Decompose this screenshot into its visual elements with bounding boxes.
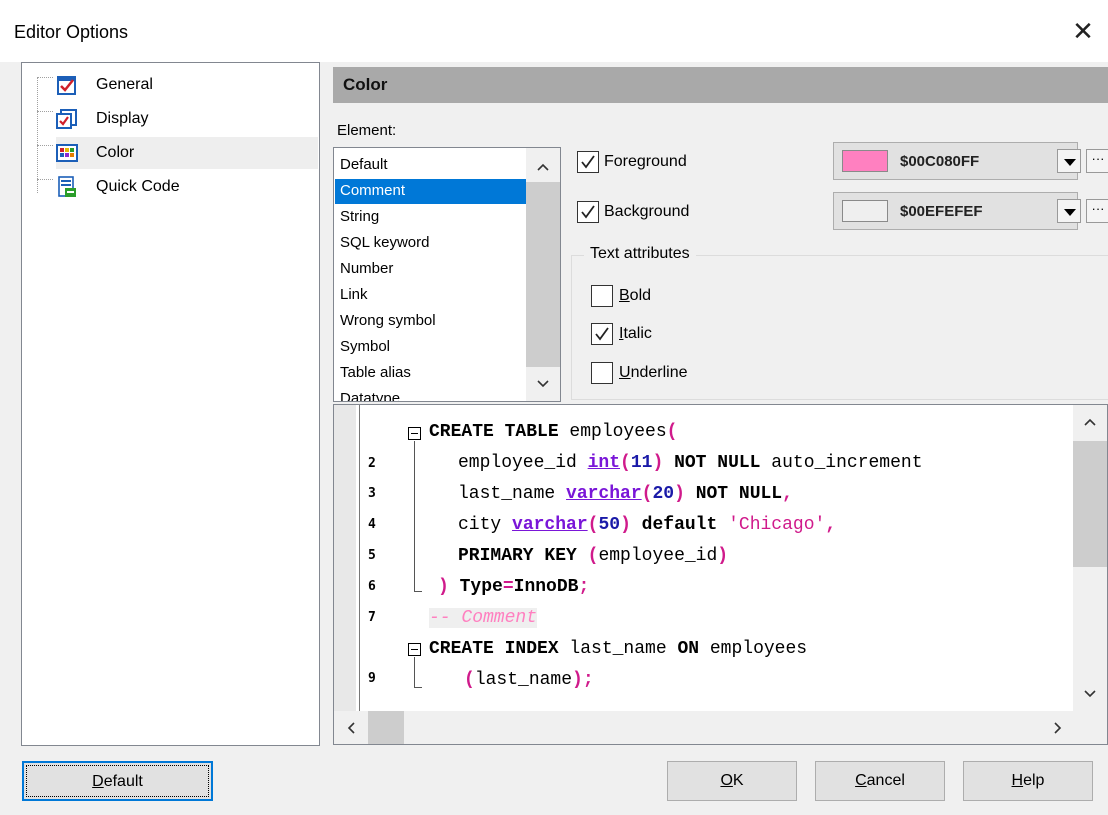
- code-line: (last_name);: [464, 670, 594, 690]
- scroll-up-icon[interactable]: [526, 150, 560, 184]
- ok-button[interactable]: OK: [667, 761, 797, 801]
- list-item[interactable]: Table alias: [335, 361, 526, 386]
- window-title: Editor Options: [14, 22, 129, 42]
- line-number: 6: [368, 579, 376, 594]
- line-number: 2: [368, 456, 376, 471]
- italic-checkbox[interactable]: [591, 323, 613, 345]
- options-tree: General Display Color Quick Code: [21, 62, 320, 746]
- list-item[interactable]: Default: [335, 153, 526, 178]
- code-line: -- Comment: [429, 608, 538, 628]
- code-line: ) Type=InnoDB;: [438, 577, 590, 597]
- tree-item-quick-code[interactable]: Quick Code: [56, 171, 318, 203]
- default-button-label: Default: [26, 765, 209, 797]
- foreground-checkbox[interactable]: [577, 151, 599, 173]
- section-title: Color: [343, 75, 388, 94]
- chevron-down-icon[interactable]: [1057, 199, 1081, 223]
- background-label: Background: [604, 203, 690, 220]
- list-scrollbar[interactable]: [526, 148, 560, 401]
- scroll-thumb[interactable]: [526, 182, 560, 367]
- scroll-down-icon[interactable]: [526, 367, 560, 401]
- code-preview-editor[interactable]: 2 3 4 5 6 7 9 CREATE TABLE employees( em…: [333, 404, 1108, 745]
- line-number: 4: [368, 517, 376, 532]
- tree-item-label: Color: [96, 144, 135, 161]
- fold-line: [414, 657, 415, 687]
- tree-connector: [37, 77, 38, 193]
- editor-vertical-scrollbar[interactable]: [1073, 405, 1107, 711]
- line-number: 9: [368, 671, 376, 686]
- close-icon[interactable]: ✕: [1068, 16, 1098, 46]
- list-item[interactable]: Wrong symbol: [335, 309, 526, 334]
- fold-collapse-icon[interactable]: [408, 643, 421, 656]
- chevron-down-icon[interactable]: [1057, 149, 1081, 173]
- tree-item-label: General: [96, 76, 153, 93]
- fold-line: [414, 687, 422, 688]
- bold-checkbox[interactable]: [591, 285, 613, 307]
- background-color-value: $00EFEFEF: [900, 203, 983, 220]
- underline-label: Underline: [619, 364, 688, 381]
- background-swatch: [842, 200, 888, 222]
- list-item[interactable]: Comment: [335, 179, 526, 204]
- tree-item-label: Display: [96, 110, 149, 127]
- list-item[interactable]: String: [335, 205, 526, 230]
- background-more-button[interactable]: ···: [1086, 199, 1108, 223]
- code-line: employee_id int(11) NOT NULL auto_increm…: [458, 453, 923, 473]
- general-options-icon: [56, 74, 78, 96]
- foreground-label: Foreground: [604, 153, 687, 170]
- foreground-swatch: [842, 150, 888, 172]
- list-item[interactable]: Symbol: [335, 335, 526, 360]
- line-number: 7: [368, 610, 376, 625]
- quick-code-icon: [56, 176, 78, 198]
- foreground-color-combo[interactable]: $00C080FF ···: [833, 142, 1108, 180]
- scrollbar-corner: [1073, 711, 1107, 744]
- title-bar: Editor Options ✕: [0, 0, 1108, 62]
- scroll-thumb[interactable]: [1073, 441, 1107, 567]
- list-item[interactable]: Number: [335, 257, 526, 282]
- element-listbox[interactable]: Default Comment String SQL keyword Numbe…: [333, 147, 561, 402]
- code-line: last_name varchar(20) NOT NULL,: [458, 484, 793, 504]
- tree-item-display[interactable]: Display: [56, 103, 318, 135]
- scroll-up-icon[interactable]: [1073, 405, 1107, 439]
- tree-item-color[interactable]: Color: [56, 137, 318, 169]
- text-attributes-title: Text attributes: [584, 245, 696, 263]
- tree-item-label: Quick Code: [96, 178, 180, 195]
- background-checkbox[interactable]: [577, 201, 599, 223]
- tree-connector: [37, 179, 53, 180]
- code-line: CREATE INDEX last_name ON employees: [429, 639, 808, 659]
- list-item[interactable]: Link: [335, 283, 526, 308]
- tree-connector: [37, 77, 53, 78]
- cancel-button[interactable]: Cancel: [815, 761, 945, 801]
- bold-label: Bold: [619, 287, 652, 304]
- color-options-icon: [56, 142, 78, 164]
- code-line: PRIMARY KEY (employee_id): [458, 546, 729, 566]
- section-header: Color: [333, 67, 1108, 103]
- tree-item-general[interactable]: General: [56, 69, 318, 101]
- default-button[interactable]: Default: [22, 761, 213, 801]
- help-button[interactable]: Help: [963, 761, 1093, 801]
- fold-collapse-icon[interactable]: [408, 427, 421, 440]
- fold-line: [414, 441, 415, 591]
- element-label: Element:: [337, 122, 397, 139]
- list-item[interactable]: SQL keyword: [335, 231, 526, 256]
- gutter: [334, 405, 356, 711]
- tree-connector: [37, 111, 53, 112]
- code-line: CREATE TABLE employees(: [429, 422, 678, 442]
- underline-checkbox[interactable]: [591, 362, 613, 384]
- gutter-divider: [359, 405, 360, 711]
- scroll-down-icon[interactable]: [1073, 677, 1107, 711]
- background-color-combo[interactable]: $00EFEFEF ···: [833, 192, 1108, 230]
- list-item[interactable]: Datatype: [335, 387, 526, 401]
- foreground-more-button[interactable]: ···: [1086, 149, 1108, 173]
- line-number: 5: [368, 548, 376, 563]
- display-options-icon: [56, 108, 78, 130]
- code-line: city varchar(50) default 'Chicago',: [458, 515, 837, 535]
- foreground-color-value: $00C080FF: [900, 153, 980, 170]
- italic-label: Italic: [619, 325, 652, 342]
- scroll-left-icon[interactable]: [334, 711, 368, 744]
- editor-horizontal-scrollbar[interactable]: [334, 711, 1075, 744]
- tree-connector: [37, 145, 53, 146]
- line-number: 3: [368, 486, 376, 501]
- scroll-right-icon[interactable]: [1041, 711, 1075, 744]
- fold-line: [414, 591, 422, 592]
- scroll-thumb[interactable]: [368, 711, 404, 744]
